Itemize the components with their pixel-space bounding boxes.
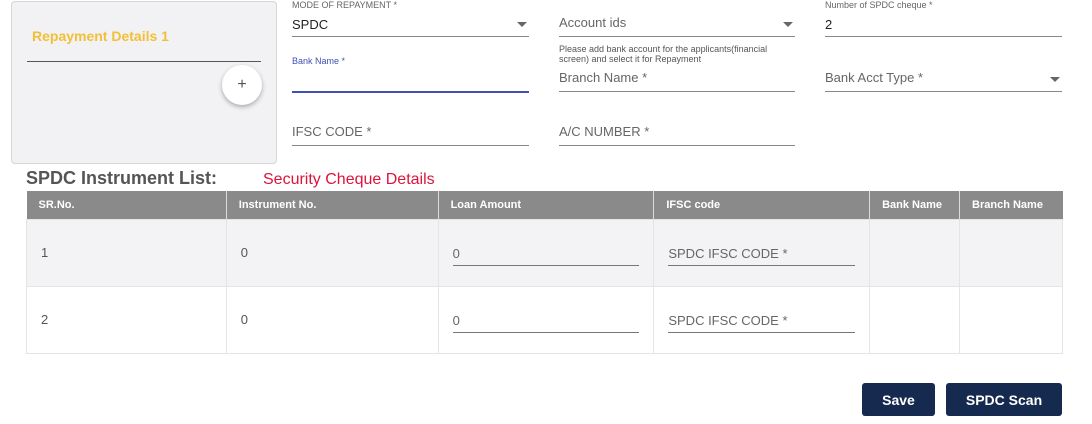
spdc-ifsc-code-placeholder: SPDC IFSC CODE *: [668, 312, 788, 328]
chevron-down-icon: [783, 22, 793, 27]
loan-amount-input[interactable]: 0: [452, 307, 640, 333]
sr-no-cell: 1: [26, 218, 227, 287]
mode-of-repayment-select[interactable]: MODE OF REPAYMENT * SPDC: [292, 0, 529, 37]
col-ifsc-code: IFSC code: [653, 191, 871, 219]
spdc-ifsc-code-input[interactable]: SPDC IFSC CODE *: [668, 240, 856, 266]
table-header-row: SR.No. Instrument No. Loan Amount IFSC c…: [26, 191, 1063, 219]
spdc-ifsc-code-input[interactable]: SPDC IFSC CODE *: [668, 307, 856, 333]
loan-amount-cell: 0: [437, 218, 655, 287]
add-repayment-button[interactable]: +: [222, 65, 262, 105]
instrument-list-title: SPDC Instrument List:: [26, 168, 218, 188]
save-button[interactable]: Save: [862, 383, 935, 416]
ifsc-code-cell: SPDC IFSC CODE *: [653, 285, 871, 354]
mode-of-repayment-label: MODE OF REPAYMENT *: [292, 0, 398, 10]
plus-icon: +: [237, 76, 247, 93]
col-branch-name: Branch Name: [959, 191, 1063, 219]
col-instrument-no: Instrument No.: [226, 191, 439, 219]
account-ids-select[interactable]: Account ids: [559, 6, 795, 37]
sr-no-cell: 2: [26, 285, 227, 354]
branch-name-cell: [959, 285, 1063, 354]
chevron-down-icon: [517, 22, 527, 27]
bank-name-cell: [869, 285, 961, 354]
ifsc-code-input[interactable]: IFSC CODE *: [292, 120, 529, 146]
bank-acct-type-select[interactable]: Bank Acct Type *: [825, 66, 1062, 92]
ac-number-placeholder: A/C NUMBER *: [559, 124, 650, 139]
mode-of-repayment-value: SPDC: [292, 17, 329, 32]
num-spdc-cheque-label: Number of SPDC cheque *: [825, 0, 933, 10]
num-spdc-cheque-value: 2: [825, 17, 833, 32]
loan-amount-cell: 0: [437, 285, 655, 354]
spdc-scan-button[interactable]: SPDC Scan: [946, 383, 1062, 416]
chevron-down-icon: [1050, 77, 1060, 82]
ifsc-code-placeholder: IFSC CODE *: [292, 124, 372, 139]
col-loan-amount: Loan Amount: [438, 191, 655, 219]
instrument-no-cell: 0: [225, 218, 439, 287]
account-ids-hint: Please add bank account for the applican…: [559, 44, 768, 64]
bank-acct-type-placeholder: Bank Acct Type *: [825, 70, 924, 85]
col-sr-no: SR.No.: [26, 191, 227, 219]
num-spdc-cheque-field[interactable]: Number of SPDC cheque * 2: [825, 0, 1062, 37]
bank-name-label: Bank Name *: [292, 56, 346, 66]
repayment-details-title: Repayment Details 1: [32, 28, 169, 44]
ac-number-input[interactable]: A/C NUMBER *: [559, 120, 795, 146]
bank-name-cell: [869, 218, 961, 287]
instrument-table: SR.No. Instrument No. Loan Amount IFSC c…: [26, 191, 1063, 354]
card-divider: [27, 61, 261, 62]
ifsc-code-cell: SPDC IFSC CODE *: [653, 218, 871, 287]
account-ids-placeholder: Account ids: [559, 15, 627, 30]
instrument-list-subtitle: Security Cheque Details: [263, 171, 435, 188]
loan-amount-value: 0: [452, 312, 460, 328]
table-row: 2 0 0 SPDC IFSC CODE *: [26, 285, 1063, 354]
branch-name-placeholder: Branch Name *: [559, 70, 648, 85]
repayment-details-card: Repayment Details 1 +: [11, 1, 277, 164]
loan-amount-input[interactable]: 0: [452, 240, 640, 266]
instrument-no-cell: 0: [225, 285, 439, 354]
col-bank-name: Bank Name: [869, 191, 961, 219]
bank-name-input[interactable]: Bank Name *: [292, 56, 529, 93]
table-row: 1 0 0 SPDC IFSC CODE *: [26, 218, 1063, 287]
branch-name-input[interactable]: Branch Name *: [559, 66, 795, 92]
spdc-ifsc-code-placeholder: SPDC IFSC CODE *: [668, 245, 788, 261]
loan-amount-value: 0: [452, 245, 460, 261]
branch-name-cell: [959, 218, 1063, 287]
